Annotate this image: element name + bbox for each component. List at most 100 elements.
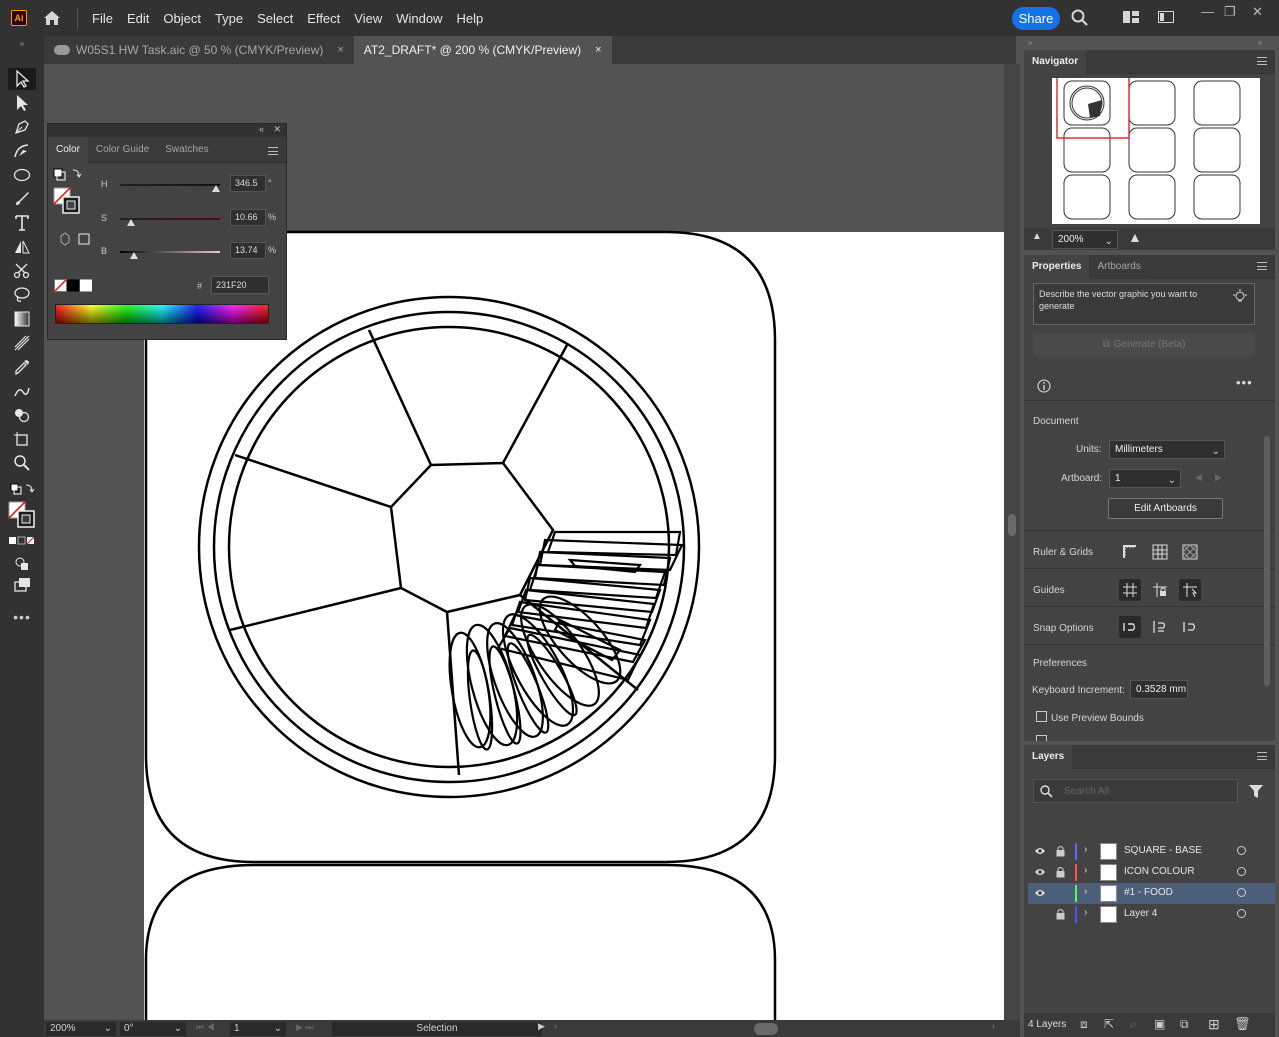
search-icon[interactable] — [1071, 9, 1089, 27]
collapse-panel-icon[interactable]: « — [259, 124, 264, 134]
tab-close-icon[interactable]: × — [337, 44, 343, 56]
type-tool-icon[interactable] — [8, 212, 36, 234]
show-guides-icon[interactable] — [1119, 579, 1141, 601]
layer-name[interactable]: ICON COLOUR — [1124, 866, 1195, 877]
layer-name[interactable]: SQUARE - BASE — [1124, 845, 1202, 856]
clipping-mask-icon[interactable]: ▣ — [1154, 1017, 1165, 1031]
scrollbar-thumb[interactable] — [1008, 514, 1016, 536]
smart-guides-icon[interactable] — [1179, 579, 1201, 601]
tab-close-icon[interactable]: × — [595, 44, 601, 56]
eyedropper-tool-icon[interactable] — [8, 356, 36, 378]
navigator-zoom-input[interactable]: 200% ⌄ — [1052, 230, 1118, 249]
tab-artboards[interactable]: Artboards — [1089, 254, 1149, 279]
tab-color[interactable]: Color — [48, 136, 88, 163]
zoom-out-icon[interactable]: ▲ — [1032, 231, 1042, 242]
hue-slider-thumb[interactable] — [212, 185, 220, 192]
status-zoom-field[interactable]: 200% ⌄ — [46, 1022, 116, 1036]
transparency-grid-icon[interactable] — [1179, 541, 1201, 563]
layer-row[interactable]: › Layer 4 — [1028, 904, 1275, 925]
panel-menu-icon[interactable] — [268, 147, 278, 155]
direct-selection-tool-icon[interactable] — [8, 92, 36, 114]
status-tool-label[interactable]: Selection — [332, 1022, 542, 1036]
lock-icon[interactable] — [1056, 866, 1065, 878]
zoom-tool-icon[interactable] — [8, 452, 36, 474]
snap-to-pixel-icon[interactable] — [1149, 616, 1171, 638]
mesh-tool-icon[interactable] — [8, 332, 36, 354]
color-panel-header[interactable]: « ✕ — [48, 124, 286, 137]
dock-expand-icon[interactable]: » — [1028, 38, 1032, 47]
color-mode-icon[interactable] — [8, 534, 36, 548]
layer-row[interactable]: › ICON COLOUR — [1028, 862, 1275, 883]
scroll-right-icon[interactable]: › — [992, 1021, 995, 1031]
quick-swatches[interactable] — [54, 279, 94, 292]
menu-select[interactable]: Select — [257, 11, 293, 26]
hue-value-input[interactable]: 346.5 — [230, 175, 266, 192]
layer-target-icon[interactable] — [1237, 846, 1246, 855]
lock-guides-icon[interactable] — [1149, 579, 1171, 601]
snap-to-glyph-icon[interactable] — [1179, 616, 1201, 638]
artboard-tool-icon[interactable] — [8, 428, 36, 450]
panel-menu-icon[interactable] — [1257, 57, 1267, 65]
visibility-eye-icon[interactable] — [1034, 888, 1046, 898]
layer-name[interactable]: #1 - FOOD — [1124, 887, 1173, 898]
tab-swatches[interactable]: Swatches — [157, 137, 216, 163]
visibility-eye-icon[interactable] — [1034, 867, 1046, 877]
vertical-scrollbar[interactable] — [1004, 64, 1020, 1020]
tab-at2-draft[interactable]: AT2_DRAFT* @ 200 % (CMYK/Preview) × — [353, 36, 612, 64]
generate-button[interactable]: ⧉ Generate (Beta) — [1033, 333, 1255, 357]
previous-artboard-icon[interactable]: ◀ — [1195, 472, 1202, 483]
color-spectrum[interactable] — [55, 304, 269, 324]
close-window-icon[interactable]: ✕ — [1252, 4, 1263, 20]
layers-search-field[interactable]: Search All — [1033, 779, 1238, 803]
more-tools-icon[interactable]: ••• — [8, 606, 36, 628]
keyboard-increment-input[interactable]: 0.3528 mm — [1130, 680, 1188, 699]
hue-track[interactable] — [120, 184, 220, 186]
draw-mode-icon[interactable] — [8, 552, 36, 574]
snap-to-point-icon[interactable] — [1119, 616, 1141, 638]
maximize-icon[interactable]: ❐ — [1224, 4, 1236, 20]
menu-help[interactable]: Help — [456, 11, 483, 26]
status-rotation-field[interactable]: 0° ⌄ — [120, 1022, 186, 1036]
panel-menu-icon[interactable] — [1257, 262, 1267, 270]
panel-toggle-icon[interactable] — [1157, 9, 1175, 27]
scissors-tool-icon[interactable] — [8, 260, 36, 282]
scale-corners-checkbox[interactable] — [1036, 735, 1047, 741]
navigator-title[interactable]: Navigator — [1024, 49, 1087, 74]
saturation-value-input[interactable]: 10.66 — [230, 209, 266, 226]
units-dropdown[interactable]: Millimeters ⌄ — [1109, 440, 1225, 459]
selection-tool-icon[interactable] — [8, 68, 36, 90]
swap-fill-stroke-icon[interactable] — [8, 480, 36, 498]
curvature-tool-icon[interactable] — [8, 140, 36, 162]
toolbar-collapse-icon[interactable]: » — [8, 39, 36, 48]
menu-effect[interactable]: Effect — [307, 11, 340, 26]
reflect-tool-icon[interactable] — [8, 236, 36, 258]
gradient-tool-icon[interactable] — [8, 308, 36, 330]
close-panel-icon[interactable]: ✕ — [273, 124, 281, 135]
lasso-tool-icon[interactable] — [8, 284, 36, 306]
rulers-icon[interactable] — [1119, 541, 1141, 563]
layer-row[interactable]: › SQUARE - BASE — [1028, 841, 1275, 862]
navigator-thumbnail[interactable] — [1052, 78, 1260, 224]
workspace-layout-icon[interactable] — [1122, 9, 1140, 27]
menu-file[interactable]: File — [92, 11, 113, 26]
visibility-eye-icon[interactable] — [1034, 846, 1046, 856]
zoom-in-icon[interactable]: ▲ — [1128, 229, 1142, 245]
dock-collapse-icon[interactable]: « — [1258, 38, 1262, 47]
minimize-icon[interactable]: — — [1201, 4, 1214, 19]
menu-view[interactable]: View — [354, 11, 382, 26]
share-button[interactable]: Share — [1012, 7, 1060, 30]
layer-target-icon[interactable] — [1237, 867, 1246, 876]
tab-color-guide[interactable]: Color Guide — [88, 137, 157, 163]
more-options-icon[interactable]: ••• — [1236, 375, 1253, 390]
last-artboard-icon[interactable]: ▶ ⏭ — [296, 1022, 314, 1033]
layer-name[interactable]: Layer 4 — [1124, 908, 1157, 919]
next-artboard-icon[interactable]: ▶ — [1215, 472, 1222, 483]
scroll-left-icon[interactable]: ‹ — [554, 1021, 557, 1031]
grid-icon[interactable] — [1149, 541, 1171, 563]
lock-icon[interactable] — [1056, 845, 1065, 857]
expand-chevron-icon[interactable]: › — [1084, 907, 1087, 918]
generate-prompt-input[interactable]: Describe the vector graphic you want to … — [1033, 283, 1255, 325]
filter-icon[interactable] — [1248, 783, 1264, 799]
layer-row[interactable]: › #1 - FOOD — [1028, 883, 1275, 904]
ellipse-tool-icon[interactable] — [8, 164, 36, 186]
